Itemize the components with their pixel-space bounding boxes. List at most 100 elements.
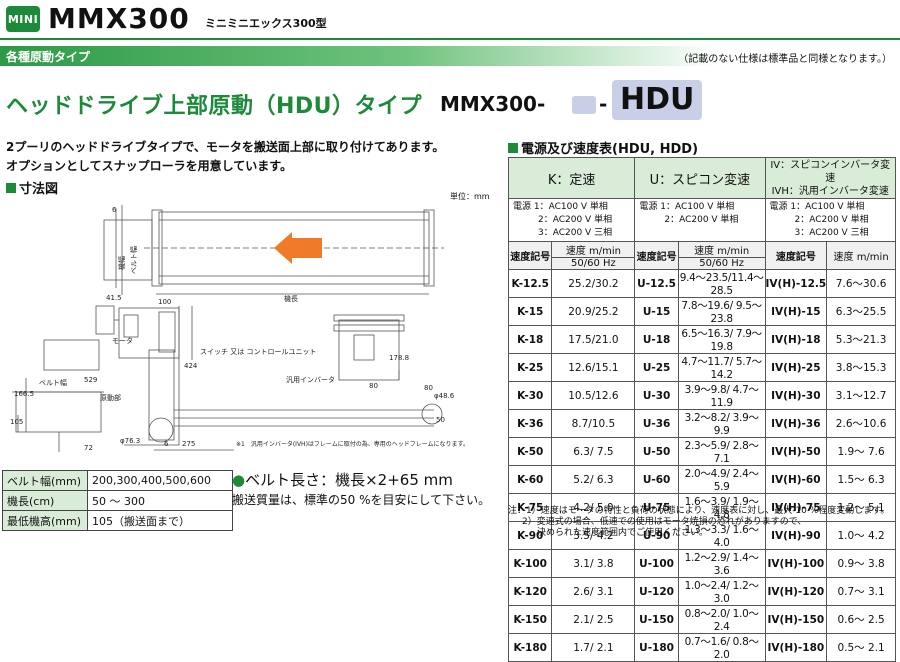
speed-value-k: 10.5/12.6 bbox=[551, 381, 636, 410]
spec-label: 機長(cm) bbox=[2, 490, 88, 511]
speed-value-k: 6.3/ 7.5 bbox=[551, 437, 636, 466]
speed-code-u: U-30 bbox=[634, 381, 679, 410]
belt-length: ●ベルト長さ：機長×2+65 mm bbox=[232, 469, 453, 490]
spec-value: 50 ～ 300 bbox=[87, 490, 233, 511]
label-d178-8: 178.8 bbox=[389, 354, 409, 362]
belt-length-text: ベルト長さ：機長×2+65 mm bbox=[245, 471, 453, 489]
label-d76-3: φ76.3 bbox=[120, 437, 140, 445]
label-d48-6: φ48.6 bbox=[434, 392, 455, 400]
label-d275: 275 bbox=[182, 440, 195, 448]
speed-code-u: U-180 bbox=[634, 633, 679, 662]
label-d100: 100 bbox=[158, 298, 171, 306]
table-row: K-100 3.1/ 3.8 U-100 1.2～2.9/ 1.4～3.6 IV(H)-… bbox=[507, 549, 896, 578]
power-k: 電源 1：AC100 V 単相 2：AC200 V 単相 3：AC200 V 三相 bbox=[507, 198, 636, 242]
speed-value-u: 4.7～11.7/ 5.7～14.2 bbox=[677, 353, 766, 382]
speed-value-u: 2.3～5.9/ 2.8～7.1 bbox=[677, 437, 766, 466]
col-code-iv: 速度記号 bbox=[764, 241, 828, 270]
table-row: ベルト幅(mm) 200,300,400,500,600 bbox=[2, 470, 233, 491]
speed-code-k: K-15 bbox=[507, 297, 553, 326]
speed-code-iv: IV(H)-150 bbox=[764, 605, 828, 634]
label-inverter: 汎用インバータ bbox=[286, 375, 335, 384]
speed-value-u: 0.7～1.6/ 0.8～2.0 bbox=[677, 633, 766, 662]
pulley-circle bbox=[148, 417, 174, 443]
speed-value-iv: 0.5～ 2.1 bbox=[826, 633, 896, 662]
table-row: K-120 2.6/ 3.1 U-120 1.0～2.4/ 1.2～3.0 IV(H)-… bbox=[507, 577, 896, 606]
label-d50: 50 bbox=[436, 416, 445, 424]
speed-value-iv: 1.5～ 6.3 bbox=[826, 465, 896, 494]
section-title: 各種原動タイプ bbox=[6, 50, 91, 64]
section-note: （記載のない仕様は標準品と同様となります。） bbox=[678, 54, 892, 65]
col-code-k: 速度記号 bbox=[507, 241, 553, 270]
speed-value-u: 9.4～23.5/11.4～28.5 bbox=[677, 269, 766, 298]
speed-code-u: U-50 bbox=[634, 437, 679, 466]
speed-code-k: K-12.5 bbox=[507, 269, 553, 298]
model-title: MMX300 bbox=[48, 2, 190, 35]
drawing-footnote: ※1 汎用インバータ(IVH)はフレームに取付の為、専用のヘッドフレームになりま… bbox=[236, 440, 469, 448]
speed-value-k: 20.9/25.2 bbox=[551, 297, 636, 326]
table-row: K-50 6.3/ 7.5 U-50 2.3～5.9/ 2.8～7.1 IV(H)-50… bbox=[507, 437, 896, 466]
table-row: K-18 17.5/21.0 U-18 6.5～16.3/ 7.9～19.8 IV(H)… bbox=[507, 325, 896, 354]
power-iv: 電源 1：AC100 V 単相 2：AC200 V 単相 3：AC200 V 三相 bbox=[764, 198, 896, 242]
speed-code-iv: IV(H)-100 bbox=[764, 549, 828, 578]
speed-value-iv: 3.8～15.3 bbox=[826, 353, 896, 382]
speed-value-u: 6.5～16.3/ 7.9～19.8 bbox=[677, 325, 766, 354]
label-d166-5: 166.5 bbox=[14, 390, 34, 398]
code-placeholder-box bbox=[572, 96, 596, 114]
speed-value-iv: 6.3～25.5 bbox=[826, 297, 896, 326]
speed-value-iv: 0.7～ 3.1 bbox=[826, 577, 896, 606]
label-belt-width: ベルト幅 bbox=[129, 246, 138, 274]
speed-code-u: U-15 bbox=[634, 297, 679, 326]
power-u: 電源 1：AC100 V 単相 2：AC200 V 単相 bbox=[634, 198, 766, 242]
speed-value-k: 8.7/10.5 bbox=[551, 409, 636, 438]
label-d80b: 80 bbox=[424, 384, 433, 392]
speed-code-iv: IV(H)-120 bbox=[764, 577, 828, 606]
speed-code-u: U-150 bbox=[634, 605, 679, 634]
speed-code-u: U-12.5 bbox=[634, 269, 679, 298]
speed-value-k: 2.1/ 2.5 bbox=[551, 605, 636, 634]
speed-code-k: K-180 bbox=[507, 633, 553, 662]
speed-value-u: 7.8～19.6/ 9.5～23.8 bbox=[677, 297, 766, 326]
speed-value-u: 3.9～9.8/ 4.7～11.9 bbox=[677, 381, 766, 410]
footnote-3: 決められた速度範囲内でご使用ください。 bbox=[537, 528, 709, 538]
speed-value-u: 0.8～2.0/ 1.0～2.4 bbox=[677, 605, 766, 634]
speed-code-iv: IV(H)-50 bbox=[764, 437, 828, 466]
drive-unit bbox=[103, 219, 153, 281]
speed-value-k: 3.1/ 3.8 bbox=[551, 549, 636, 578]
mini-badge: MINI bbox=[6, 6, 40, 32]
belt-note: 搬送質量は、標準の50 %を目安にして下さい。 bbox=[232, 493, 491, 507]
speed-value-k: 2.6/ 3.1 bbox=[551, 577, 636, 606]
speed-code-iv: IV(H)-36 bbox=[764, 409, 828, 438]
dimension-title: 寸法図 bbox=[6, 178, 58, 197]
speed-code-u: U-120 bbox=[634, 577, 679, 606]
square-icon bbox=[508, 143, 518, 153]
bullet-icon: ● bbox=[232, 471, 246, 489]
speed-value-k: 25.2/30.2 bbox=[551, 269, 636, 298]
dimension-drawing: 機幅 ベルト幅 機長 6 41.5 100 モータ 529 424 スイッチ 又… bbox=[10, 205, 469, 452]
speed-code-iv: IV(H)-12.5 bbox=[764, 269, 828, 298]
description-line-1: 2プーリのヘッドドライブタイプで、モータを搬送面上部に取り付けてあります。 bbox=[6, 140, 445, 154]
spec-label: ベルト幅(mm) bbox=[2, 470, 88, 491]
col-hz-k: 50/60 Hz bbox=[551, 257, 636, 270]
spec-value: 105（搬送面まで） bbox=[87, 510, 233, 531]
code-model: MMX300- bbox=[440, 92, 546, 116]
speed-value-u: 3.2～8.2/ 3.9～9.9 bbox=[677, 409, 766, 438]
header-iv: IV：スピコンインバータ変速 IVH：汎用インバータ変速 bbox=[764, 157, 896, 199]
spec-value: 200,300,400,500,600 bbox=[87, 470, 233, 491]
label-machine-length: 機長 bbox=[284, 294, 298, 303]
speed-code-u: U-60 bbox=[634, 465, 679, 494]
table-row: K-36 8.7/10.5 U-36 3.2～8.2/ 3.9～9.9 IV(H)-36… bbox=[507, 409, 896, 438]
col-speed-k: 速度 m/min bbox=[551, 241, 636, 258]
col-speed-u: 速度 m/min bbox=[677, 241, 766, 258]
speed-code-k: K-18 bbox=[507, 325, 553, 354]
table-row: K-12.5 25.2/30.2 U-12.5 9.4～23.5/11.4～28.5 I… bbox=[507, 269, 896, 298]
speed-code-u: U-18 bbox=[634, 325, 679, 354]
speed-code-u: U-100 bbox=[634, 549, 679, 578]
spec-label: 最低機高(mm) bbox=[2, 510, 88, 531]
speed-value-u: 1.0～2.4/ 1.2～3.0 bbox=[677, 577, 766, 606]
label-drive: 原動部 bbox=[100, 393, 121, 402]
speed-code-k: K-30 bbox=[507, 381, 553, 410]
speed-code-u: U-36 bbox=[634, 409, 679, 438]
speed-code-iv: IV(H)-15 bbox=[764, 297, 828, 326]
table-row: K-25 12.6/15.1 U-25 4.7～11.7/ 5.7～14.2 IV(H)… bbox=[507, 353, 896, 382]
speed-value-iv: 5.3～21.3 bbox=[826, 325, 896, 354]
